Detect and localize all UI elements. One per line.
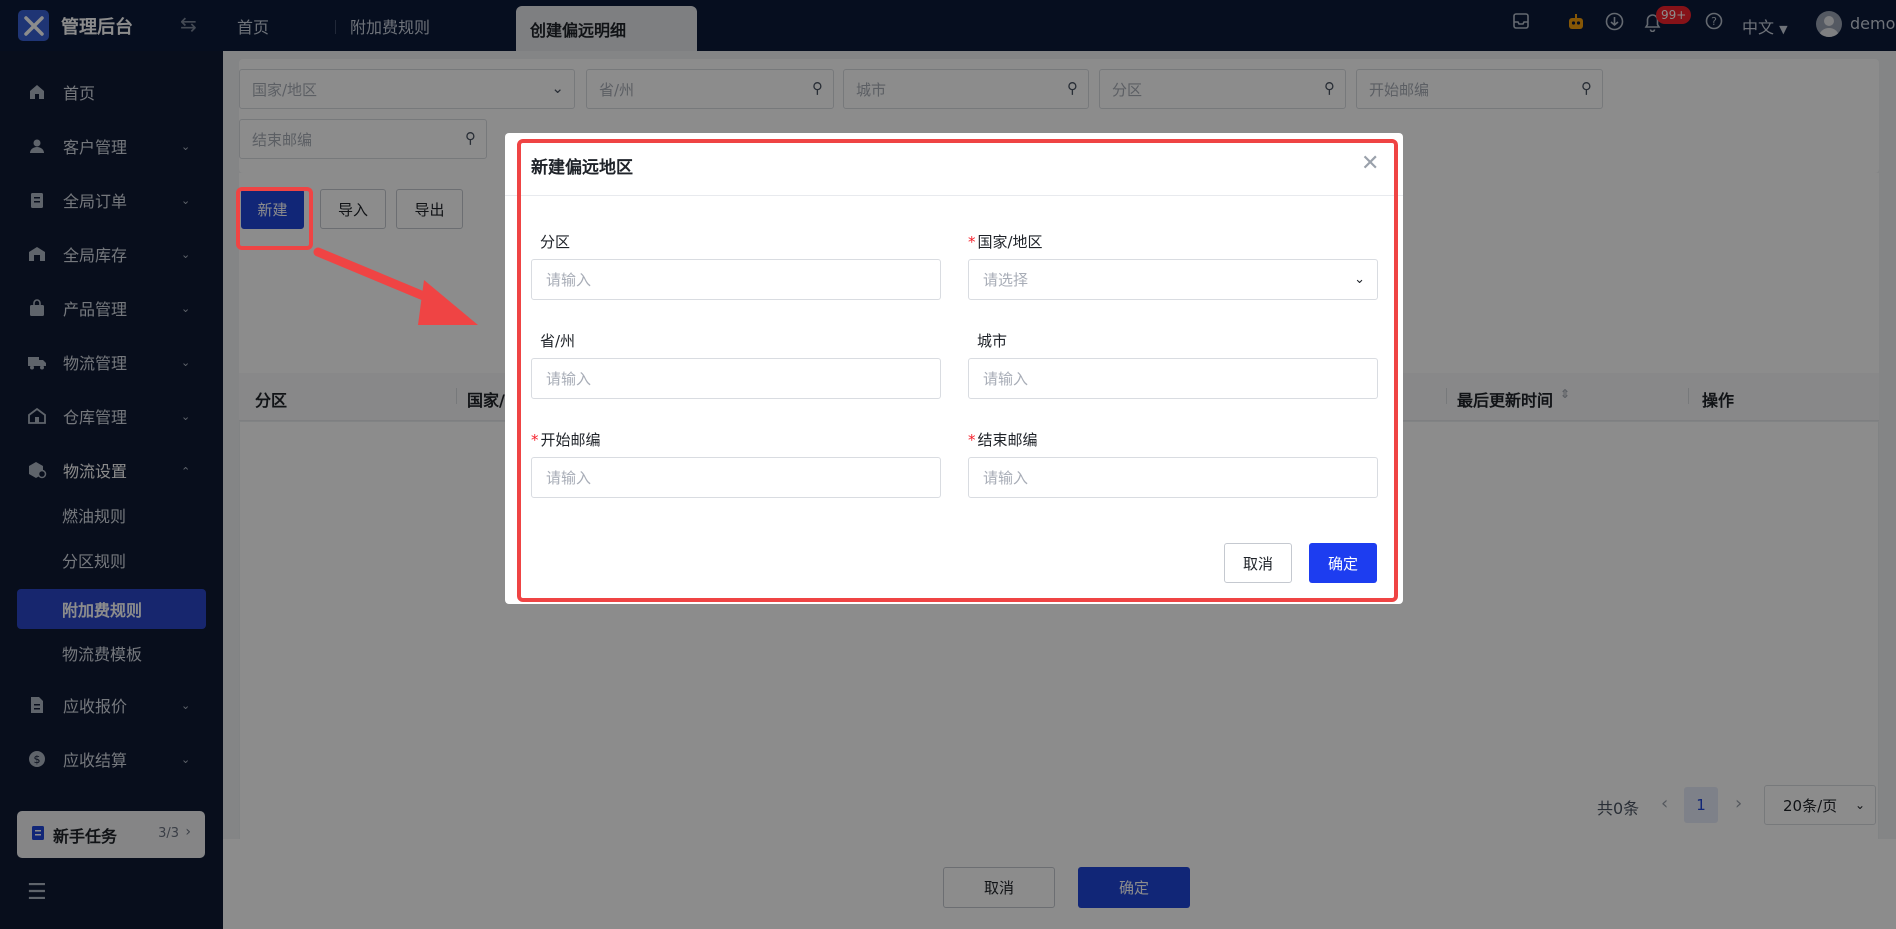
annotation-highlight-new-button (236, 187, 313, 250)
annotation-highlight-dialog (517, 139, 1398, 602)
